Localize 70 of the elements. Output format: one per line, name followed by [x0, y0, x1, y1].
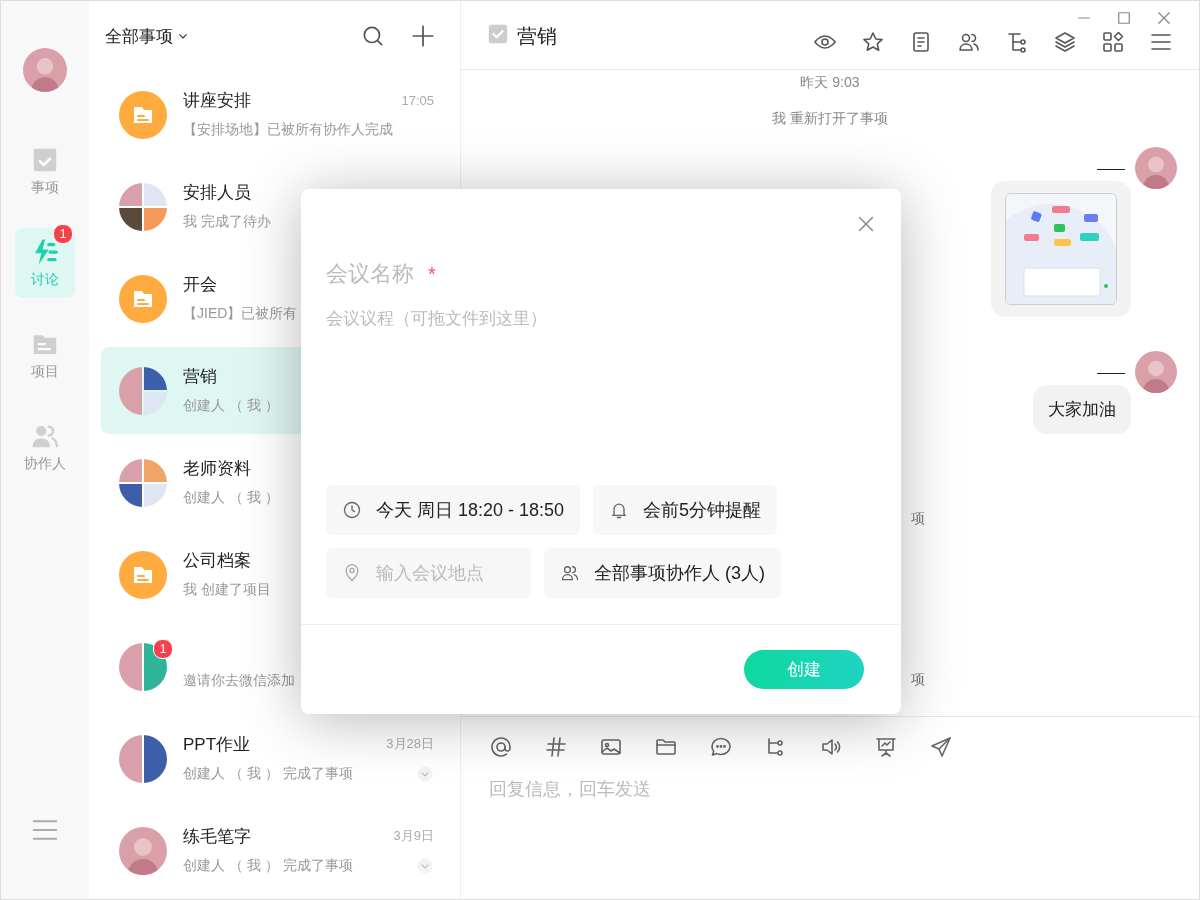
- avatar: [1135, 147, 1177, 189]
- checkbox-icon: [487, 23, 509, 45]
- location-input[interactable]: 输入会议地点: [326, 548, 531, 598]
- folder-icon: [119, 550, 167, 599]
- folder-icon: [119, 90, 167, 139]
- message-preview: 邀请你去微信添加: [183, 672, 295, 691]
- timestamp: 3月28日: [386, 735, 434, 754]
- message-preview: 创建人 （ 我 ）: [183, 489, 279, 508]
- system-message: 项: [911, 671, 925, 689]
- conversation-title: 讲座安排: [183, 89, 251, 112]
- conversation-item[interactable]: PPT作业 3月28日 创建人 （ 我 ） 完成了事项: [101, 715, 460, 803]
- folder-icon: [119, 274, 167, 323]
- message-preview: 创建人 （ 我 ）: [183, 397, 279, 416]
- conversation-title: 安排人员: [183, 181, 251, 204]
- system-message: 我 重新打开了事项: [771, 110, 889, 128]
- message-input[interactable]: 回复信息，回车发送: [489, 779, 889, 800]
- conversation-item[interactable]: 安排人员 我 完成了待办: [101, 163, 460, 251]
- badge: 1: [53, 224, 73, 244]
- conversation-title: 公司档案: [183, 549, 251, 572]
- conversation-title: 练毛笔字: [183, 825, 251, 848]
- avatar: [119, 642, 167, 691]
- star-icon[interactable]: [861, 30, 885, 54]
- conversation-title: 营销: [183, 365, 217, 388]
- time-chip[interactable]: 今天 周日 18:20 - 18:50: [326, 485, 581, 535]
- image-bubble[interactable]: [991, 181, 1131, 317]
- conversation-item[interactable]: 1 邀请你去微信添加: [101, 623, 460, 711]
- filter-dropdown[interactable]: 全部事项: [105, 24, 191, 48]
- conversation-title: 老师资料: [183, 457, 251, 480]
- message-preview: 创建人 （ 我 ） 完成了事项: [183, 765, 353, 784]
- message-preview: 我 创建了项目: [183, 581, 271, 600]
- layers-icon[interactable]: [1053, 30, 1077, 54]
- system-message: 昨天 9:03: [799, 74, 861, 92]
- close-icon[interactable]: [1155, 9, 1173, 27]
- sender-name: ——: [1097, 160, 1125, 176]
- avatar: [119, 182, 167, 231]
- people-icon: [560, 563, 580, 583]
- avatar: [119, 366, 167, 415]
- conversation-item[interactable]: 练毛笔字 3月9日 创建人 （ 我 ） 完成了事项: [101, 807, 460, 895]
- message-preview: 创建人 （ 我 ） 完成了事项: [183, 857, 353, 876]
- conversation-title: PPT作业: [183, 733, 251, 756]
- timestamp: 3月9日: [393, 827, 434, 846]
- badge: 1: [153, 638, 173, 659]
- clock-icon: [342, 500, 362, 520]
- system-message: 项: [911, 510, 925, 528]
- apps-icon[interactable]: [1101, 30, 1125, 54]
- avatar: [119, 734, 167, 783]
- maximize-icon[interactable]: [1115, 9, 1133, 27]
- timestamp: 17:05: [401, 92, 434, 108]
- members-chip[interactable]: 全部事项协作人 (3人): [544, 548, 781, 598]
- sender-name: ——: [1097, 364, 1125, 380]
- avatar: [119, 826, 167, 875]
- chat-title: 营销: [517, 24, 557, 49]
- send-icon[interactable]: [929, 735, 953, 759]
- message-preview: 【JIED】已被所有: [183, 305, 298, 324]
- presentation-icon[interactable]: [874, 735, 898, 759]
- at-icon[interactable]: [489, 735, 513, 759]
- conversation-item[interactable]: 讲座安排 17:05 【安排场地】已被所有协作人完成: [101, 71, 460, 159]
- message-preview: 【安排场地】已被所有协作人完成: [183, 121, 393, 140]
- conversation-title: 开会: [183, 273, 217, 296]
- chat-icon[interactable]: [709, 735, 733, 759]
- title-input[interactable]: 会议名称: [326, 261, 422, 287]
- avatar: [1135, 351, 1177, 393]
- avatar: [119, 458, 167, 507]
- required-mark: *: [428, 262, 436, 286]
- reminder-chip[interactable]: 会前5分钟提醒: [593, 485, 778, 535]
- hash-icon[interactable]: [544, 735, 568, 759]
- message-bubble: 大家加油: [1033, 385, 1131, 434]
- message-preview: 我 完成了待办: [183, 213, 271, 232]
- avatar: [23, 48, 67, 92]
- tree-icon[interactable]: [1005, 30, 1029, 54]
